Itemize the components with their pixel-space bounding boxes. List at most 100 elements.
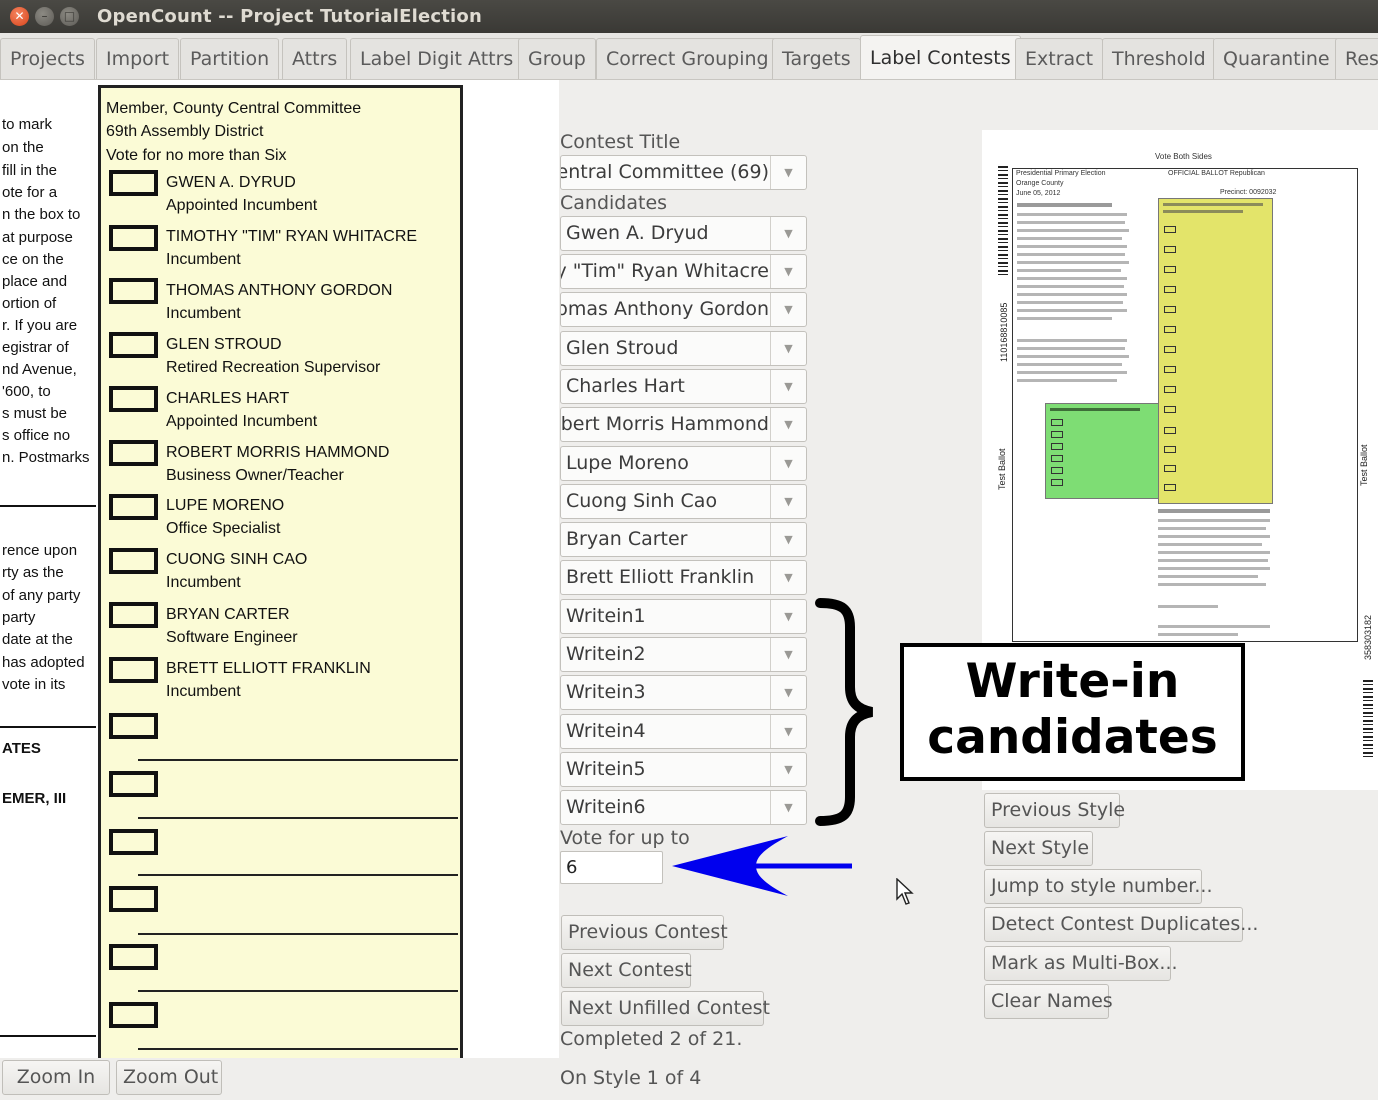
close-window-button[interactable]: ✕ [10,7,29,26]
other-contest-highlight[interactable] [1045,403,1159,499]
candidate-combo[interactable]: Robert Morris Hammond▼ [560,407,807,442]
next-style-button[interactable]: Next Style [984,831,1093,866]
chevron-down-icon[interactable]: ▼ [770,600,806,633]
previous-contest-button[interactable]: Previous Contest [561,915,728,950]
tab-import[interactable]: Import [96,38,180,79]
candidate-combo-value[interactable]: Robert Morris Hammond [561,408,771,441]
chevron-down-icon[interactable]: ▼ [770,753,806,786]
writein-combo[interactable]: Writein5 ▼ [560,752,807,787]
candidate-combo[interactable]: Bryan Carter ▼ [560,522,807,557]
candidate-combo-value[interactable]: Charles Hart [561,370,771,403]
writein-target-bubble[interactable] [109,713,158,739]
candidate-combo-value[interactable]: Timothy "Tim" Ryan Whitacre [561,255,771,288]
tab-targets[interactable]: Targets [772,38,861,79]
ballot-thumbnail[interactable]: Presidential Primary Election Orange Cou… [1012,168,1358,642]
tab-quarantine[interactable]: Quarantine [1213,38,1340,79]
writein-combo-value[interactable]: Writein6 [561,791,771,824]
chevron-down-icon[interactable]: ▼ [770,676,806,709]
writein-combo-value[interactable]: Writein3 [561,676,771,709]
chevron-down-icon[interactable]: ▼ [770,293,806,326]
current-contest-highlight[interactable] [1158,198,1273,504]
zoom-in-button[interactable]: Zoom In [2,1060,110,1095]
candidate-combo-value[interactable]: Thomas Anthony Gordon [561,293,771,326]
writein-combo[interactable]: Writein3 ▼ [560,675,807,710]
chevron-down-icon[interactable]: ▼ [770,485,806,518]
tab-partition[interactable]: Partition [180,38,280,79]
chevron-down-icon[interactable]: ▼ [770,561,806,594]
writein-target-bubble[interactable] [109,1002,158,1028]
vote-target-bubble[interactable] [109,386,158,412]
chevron-down-icon[interactable]: ▼ [770,715,806,748]
chevron-down-icon[interactable]: ▼ [770,638,806,671]
tab-label-digit-attrs[interactable]: Label Digit Attrs [350,38,524,79]
contest-title-value[interactable]: Central Committee (69) [561,156,771,189]
ballot-zoom-view[interactable]: to mark on the fill in the ote for a n t… [0,80,559,1058]
vote-for-input[interactable]: 6 [560,851,663,884]
chevron-down-icon[interactable]: ▼ [770,255,806,288]
minimize-window-button[interactable]: – [35,7,54,26]
candidate-combo[interactable]: Thomas Anthony Gordon▼ [560,292,807,327]
chevron-down-icon[interactable]: ▼ [770,156,806,189]
contest-region-highlight[interactable]: Member, County Central Committee 69th As… [98,85,463,1058]
candidate-combo-value[interactable]: Brett Elliott Franklin [561,561,771,594]
writein-combo[interactable]: Writein4 ▼ [560,714,807,749]
tab-results[interactable]: Res [1335,38,1378,79]
candidate-combo-value[interactable]: Lupe Moreno [561,447,771,480]
writein-target-bubble[interactable] [109,771,158,797]
vote-target-bubble[interactable] [109,170,158,196]
writein-combo-value[interactable]: Writein5 [561,753,771,786]
chevron-down-icon[interactable]: ▼ [770,332,806,365]
chevron-down-icon[interactable]: ▼ [770,447,806,480]
writein-target-bubble[interactable] [109,886,158,912]
vote-target-bubble[interactable] [109,440,158,466]
candidate-combo-value[interactable]: Glen Stroud [561,332,771,365]
candidate-combo[interactable]: Glen Stroud ▼ [560,331,807,366]
vote-target-bubble[interactable] [109,278,158,304]
writein-combo-value[interactable]: Writein1 [561,600,771,633]
tab-threshold[interactable]: Threshold [1102,38,1216,79]
jump-to-style-button[interactable]: Jump to style number... [984,869,1213,904]
tab-extract[interactable]: Extract [1015,38,1104,79]
candidate-combo-value[interactable]: Cuong Sinh Cao [561,485,771,518]
chevron-down-icon[interactable]: ▼ [770,408,806,441]
maximize-window-button[interactable]: □ [60,7,79,26]
vote-target-bubble[interactable] [109,494,158,520]
mark-multi-box-button[interactable]: Mark as Multi-Box... [984,946,1178,981]
candidate-combo[interactable]: Gwen A. Dryud ▼ [560,216,807,251]
candidate-combo-value[interactable]: Gwen A. Dryud [561,217,771,250]
vote-target-bubble[interactable] [109,657,158,683]
contest-title-combo[interactable]: Central Committee (69) ▼ [560,155,807,190]
candidate-combo[interactable]: Lupe Moreno ▼ [560,446,807,481]
vote-target-bubble[interactable] [109,332,158,358]
detect-contest-duplicates-button[interactable]: Detect Contest Duplicates... [984,907,1258,942]
next-contest-button[interactable]: Next Contest [561,953,692,988]
vote-target-bubble[interactable] [109,548,158,574]
vote-target-bubble[interactable] [109,225,158,251]
clear-names-button[interactable]: Clear Names [984,984,1113,1019]
writein-combo[interactable]: Writein6 ▼ [560,790,807,825]
candidate-combo-value[interactable]: Bryan Carter [561,523,771,556]
tab-projects[interactable]: Projects [0,38,95,79]
candidate-combo[interactable]: Brett Elliott Franklin ▼ [560,560,807,595]
writein-combo[interactable]: Writein2 ▼ [560,637,807,672]
candidate-combo[interactable]: Charles Hart ▼ [560,369,807,404]
writein-target-bubble[interactable] [109,944,158,970]
writein-combo[interactable]: Writein1 ▼ [560,599,807,634]
writein-combo-value[interactable]: Writein2 [561,638,771,671]
tab-correct-grouping[interactable]: Correct Grouping [596,38,779,79]
candidate-combo[interactable]: Cuong Sinh Cao ▼ [560,484,807,519]
chevron-down-icon[interactable]: ▼ [770,523,806,556]
vote-target-bubble[interactable] [109,602,158,628]
chevron-down-icon[interactable]: ▼ [770,217,806,250]
candidate-combo[interactable]: Timothy "Tim" Ryan Whitacre▼ [560,254,807,289]
writein-combo-value[interactable]: Writein4 [561,715,771,748]
chevron-down-icon[interactable]: ▼ [770,791,806,824]
writein-target-bubble[interactable] [109,829,158,855]
chevron-down-icon[interactable]: ▼ [770,370,806,403]
previous-style-button[interactable]: Previous Style [984,793,1125,828]
zoom-out-button[interactable]: Zoom Out [116,1060,222,1095]
tab-attrs[interactable]: Attrs [282,38,348,79]
tab-label-contests[interactable]: Label Contests [860,35,1021,79]
next-unfilled-contest-button[interactable]: Next Unfilled Contest [561,991,770,1026]
tab-group[interactable]: Group [518,38,596,79]
